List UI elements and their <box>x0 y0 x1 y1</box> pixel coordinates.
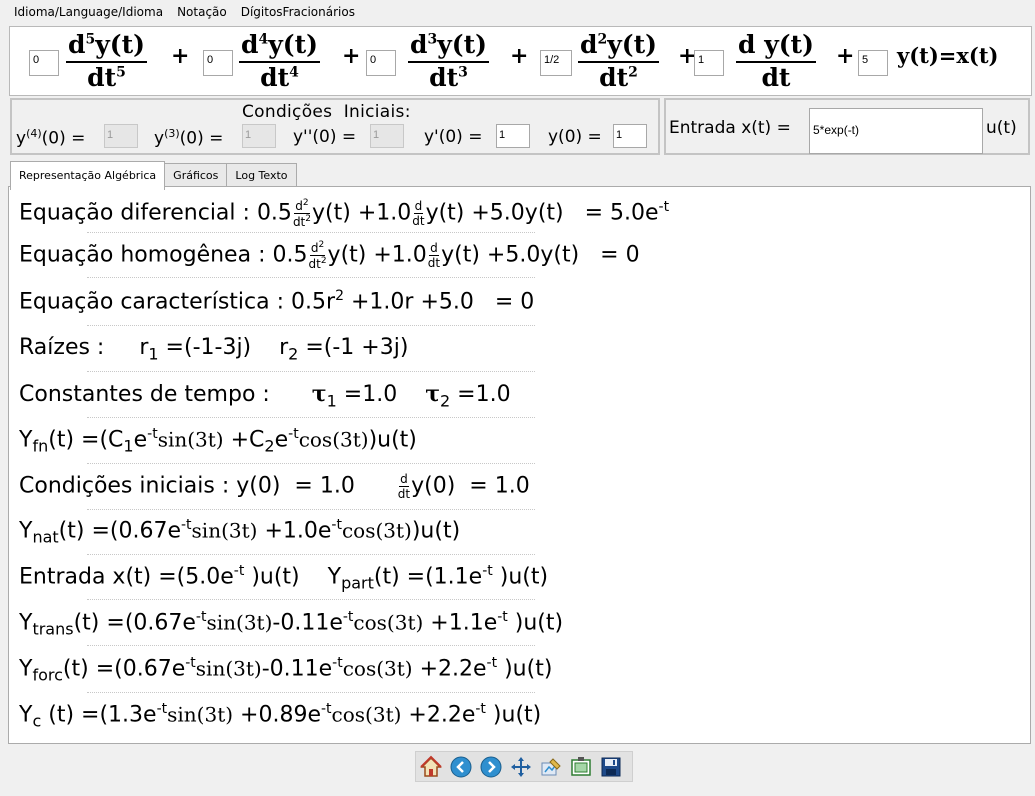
tab-bar: Representação Algébrica Gráficos Log Tex… <box>10 161 297 190</box>
coef-d1-input[interactable]: 1 <box>694 50 724 76</box>
derivative-5: d5y(t) dt5 <box>66 27 147 93</box>
pan-icon[interactable] <box>507 753 535 781</box>
coef-d0-input[interactable]: 5 <box>858 50 888 76</box>
line-yc: Yc (t) =(1.3e-tsin(3t) +0.89e-tcos(3t) +… <box>19 701 542 731</box>
line-input-ypart: Entrada x(t) =(5.0e-t )u(t) Ypart(t) =(1… <box>19 563 549 593</box>
home-icon[interactable] <box>417 753 445 781</box>
ic-y2-input[interactable]: 1 <box>370 124 404 148</box>
line-yforc: Yforc(t) =(0.67e-tsin(3t)-0.11e-tcos(3t)… <box>19 655 553 685</box>
ic-y4-label: y(4)(0) = <box>16 127 86 149</box>
ic-y0-label: y(0) = <box>548 127 602 147</box>
line-differential-equation: Equação diferencial : 0.5 d2 dt2 y(t) +1.0 d… <box>19 198 670 229</box>
line-ynat: Ynat(t) =(0.67e-tsin(3t) +1.0e-tcos(3t))… <box>19 517 461 547</box>
ic-y1-label: y'(0) = <box>424 127 483 147</box>
coef-d4-input[interactable]: 0 <box>203 50 233 76</box>
menu-fraction-digits[interactable]: DígitosFracionários <box>234 5 362 19</box>
line-ytrans: Ytrans(t) =(0.67e-tsin(3t)-0.11e-tcos(3t… <box>19 609 564 639</box>
line-time-constants: Constantes de tempo : τ1 =1.0 τ2 =1.0 <box>19 381 511 411</box>
configure-subplots-icon[interactable] <box>537 753 565 781</box>
ic-y3-label: y(3)(0) = <box>154 127 224 149</box>
back-arrow-icon[interactable] <box>447 753 475 781</box>
forward-arrow-icon[interactable] <box>477 753 505 781</box>
algebraic-content: Equação diferencial : 0.5 d2 dt2 y(t) +1.0 d… <box>8 186 1031 744</box>
tab-algebraic[interactable]: Representação Algébrica <box>10 161 166 190</box>
edit-axes-icon[interactable] <box>567 753 595 781</box>
coef-d2-input[interactable]: 1/2 <box>540 50 572 76</box>
tab-text-log[interactable]: Log Texto <box>226 163 297 187</box>
equation-panel: 0 d5y(t) dt5 + 0 d4y(t) dt4 + 0 d3y(t) d… <box>9 26 1032 96</box>
input-label: Entrada x(t) = <box>669 118 791 138</box>
line-characteristic-equation: Equação característica : 0.5r2 +1.0r +5.… <box>19 288 535 315</box>
input-panel: Entrada x(t) = 5*exp(-t) u(t) <box>664 98 1030 155</box>
derivative-4: d4y(t) dt4 <box>239 27 320 93</box>
ic-y2-label: y''(0) = <box>293 127 357 147</box>
menu-language[interactable]: Idioma/Language/Idioma <box>0 5 170 19</box>
line-initial-conditions: Condições iniciais : y(0) = 1.0 d dt y(0) … <box>19 472 530 501</box>
coef-d3-input[interactable]: 0 <box>366 50 396 76</box>
ic-y3-input[interactable]: 1 <box>242 124 276 148</box>
derivative-3: d3y(t) dt3 <box>408 27 489 93</box>
equation-rhs: y(t)=x(t) <box>897 43 999 68</box>
coef-d5-input[interactable]: 0 <box>29 50 59 76</box>
tab-graphics[interactable]: Gráficos <box>164 163 228 187</box>
navigation-toolbar <box>415 751 633 782</box>
input-unit: u(t) <box>986 118 1017 138</box>
initial-conditions-title: Condições Iniciais: <box>242 102 411 122</box>
line-roots: Raízes : r1 =(-1-3j) r2 =(-1 +3j) <box>19 335 409 364</box>
ic-y1-input[interactable]: 1 <box>496 124 530 148</box>
ic-y4-input[interactable]: 1 <box>104 124 138 148</box>
line-homogeneous-equation: Equação homogênea : 0.5 d2 dt2 y(t) +1.0 d dt… <box>19 240 640 271</box>
menu-bar: Idioma/Language/Idioma Notação DígitosFr… <box>0 0 1035 24</box>
derivative-2: d2y(t) dt2 <box>578 27 659 93</box>
derivative-1: d y(t) dt <box>736 27 816 93</box>
ic-y0-input[interactable]: 1 <box>613 124 647 148</box>
input-field[interactable]: 5*exp(-t) <box>809 108 983 154</box>
save-icon[interactable] <box>597 753 625 781</box>
initial-conditions-panel: Condições Iniciais: y(4)(0) = 1 y(3)(0) … <box>10 98 660 155</box>
menu-notation[interactable]: Notação <box>170 5 234 19</box>
line-yfn: Yfn(t) =(C1e-tsin(3t) +C2e-tcos(3t))u(t) <box>19 426 417 456</box>
